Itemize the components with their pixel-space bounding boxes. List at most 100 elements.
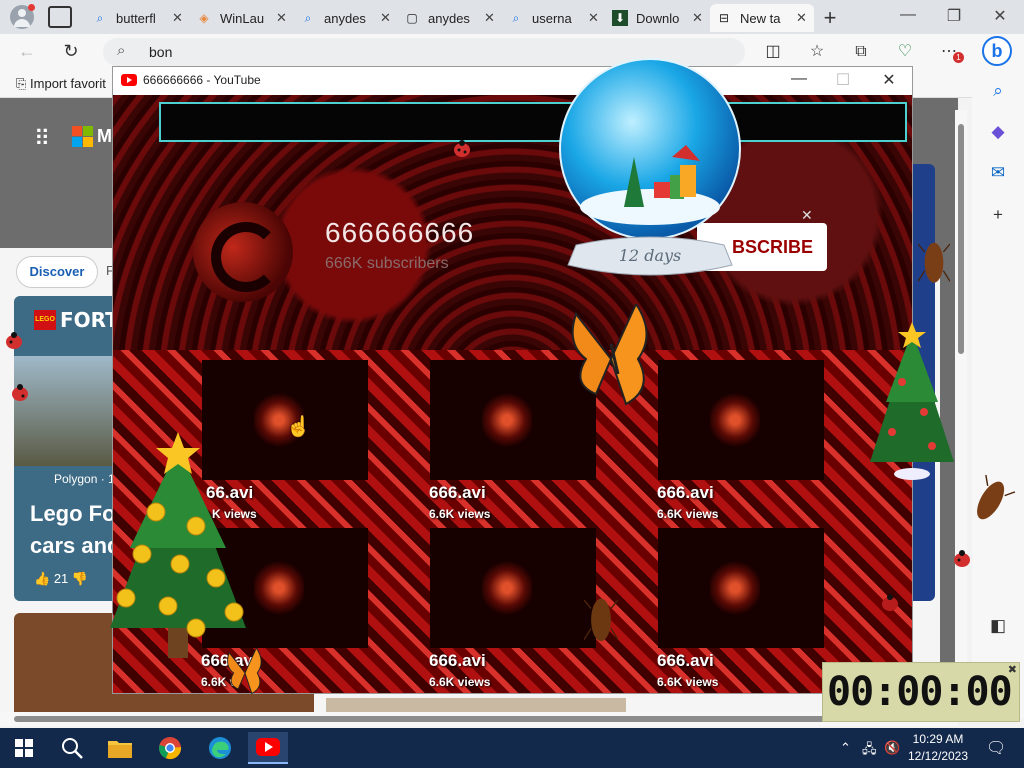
sidebar-layout-icon[interactable]: ◧ xyxy=(987,615,1009,637)
close-tab-icon[interactable]: ✕ xyxy=(484,10,496,26)
minimize-icon[interactable]: — xyxy=(898,6,918,24)
timer-close-icon[interactable]: ✖ xyxy=(1008,663,1017,676)
close-tab-icon[interactable]: ✕ xyxy=(796,10,808,26)
card-likes[interactable]: 👍 21 👎 xyxy=(34,571,88,587)
taskbar-chrome[interactable] xyxy=(150,732,190,764)
lego-logo: LEGO xyxy=(34,310,56,330)
popup-maximize-icon[interactable]: ☐ xyxy=(833,70,853,90)
tab-anydesk-doc[interactable]: ▢ anydes ✕ xyxy=(398,4,502,32)
network-icon[interactable]: 🖧 xyxy=(862,740,877,762)
taskbar-file-explorer[interactable] xyxy=(100,732,140,764)
video-title[interactable]: 666.avi xyxy=(657,651,714,671)
copilot-icon[interactable]: b xyxy=(982,36,1012,66)
app-launcher-icon[interactable]: ⠿ xyxy=(34,126,50,152)
import-favorites-link[interactable]: ⎘ Import favorit xyxy=(16,76,106,92)
tab-butterfly[interactable]: ⌕ butterfl ✕ xyxy=(86,4,190,32)
video-thumbnail[interactable] xyxy=(658,360,824,480)
sidebar-add-icon[interactable]: + xyxy=(987,204,1009,226)
likes-count: 21 xyxy=(53,571,69,586)
ladybug-icon xyxy=(454,140,470,157)
video-views: 6.6K views xyxy=(657,675,719,689)
close-window-icon[interactable]: ✕ xyxy=(990,6,1010,26)
collections-icon[interactable]: ⧉ xyxy=(850,42,872,62)
back-icon[interactable]: ← xyxy=(16,40,38,62)
video-thumbnail[interactable] xyxy=(430,528,596,648)
close-tab-icon[interactable]: ✕ xyxy=(276,10,288,26)
tray-overflow-chevron-icon[interactable]: ⌃ xyxy=(840,740,851,756)
ladybug-icon xyxy=(12,384,28,401)
tab-winlaunch[interactable]: ◈ WinLau ✕ xyxy=(190,4,294,32)
new-tab-plus-icon[interactable]: + xyxy=(818,5,842,31)
banner-close-icon[interactable]: ✕ xyxy=(801,207,813,224)
split-screen-icon[interactable]: ◫ xyxy=(762,42,784,62)
search-icon: ⌕ xyxy=(512,11,520,25)
cockroach-icon xyxy=(918,242,950,283)
popup-minimize-icon[interactable]: — xyxy=(789,70,809,88)
discover-tab[interactable]: Discover xyxy=(16,256,98,288)
tab-download[interactable]: ⬇ Downlo ✕ xyxy=(606,4,710,32)
refresh-icon[interactable]: ↻ xyxy=(60,40,82,62)
cockroach-icon xyxy=(977,474,1016,520)
taskbar: ⌃ 🖧 🔇 10:29 AM 12/12/2023 🗨 xyxy=(0,728,1024,768)
scroll-thumb[interactable] xyxy=(14,716,949,722)
snow-globe-label: 12 days xyxy=(619,246,681,265)
video-title[interactable]: 666.avi xyxy=(657,483,714,503)
notifications-icon[interactable]: 🗨 xyxy=(986,738,1006,758)
microsoft-logo-icon xyxy=(72,126,94,148)
channel-avatar[interactable] xyxy=(193,202,293,302)
tab-label: New ta xyxy=(740,10,781,26)
snow-globe-icon: 12 days xyxy=(559,58,741,276)
taskbar-edge[interactable] xyxy=(200,732,240,764)
popup-close-icon[interactable]: ✕ xyxy=(879,70,899,90)
search-icon: ⌕ xyxy=(117,42,126,59)
favorites-star-icon[interactable]: ☆ xyxy=(806,42,828,62)
horizontal-scrollbar[interactable] xyxy=(0,712,958,726)
tab-label: userna xyxy=(532,10,572,26)
browser-essentials-icon[interactable]: ♡ xyxy=(894,42,916,62)
volume-muted-icon[interactable]: 🔇 xyxy=(884,740,900,756)
taskbar-youtube[interactable] xyxy=(248,732,288,764)
tab-label: anydes xyxy=(428,10,470,26)
winlaunch-icon: ◈ xyxy=(199,11,209,25)
import-favorites-label: Import favorit xyxy=(30,76,106,91)
video-thumbnail[interactable] xyxy=(658,528,824,648)
sidebar-outlook-icon[interactable]: ✉ xyxy=(987,162,1009,184)
christmas-tree-icon xyxy=(110,432,246,658)
tab-username[interactable]: ⌕ userna ✕ xyxy=(502,4,606,32)
channel-search-input[interactable] xyxy=(159,102,907,142)
sidebar-copilot-icon[interactable]: ◆ xyxy=(987,121,1009,143)
brand-text: M xyxy=(97,126,112,146)
tab-anydesk-search[interactable]: ⌕ anydes ✕ xyxy=(294,4,398,32)
close-tab-icon[interactable]: ✕ xyxy=(172,10,184,26)
thumbs-down-icon[interactable]: 👎 xyxy=(72,571,88,586)
video-views: 6.6K views xyxy=(429,675,491,689)
start-button[interactable] xyxy=(4,732,44,764)
popup-title-bar[interactable]: 666666666 - YouTube — ☐ ✕ xyxy=(113,67,912,95)
video-views: 6.6K views xyxy=(657,507,719,521)
scroll-thumb[interactable] xyxy=(958,124,964,354)
video-title[interactable]: 666.avi xyxy=(429,651,486,671)
clock-time: 10:29 AM xyxy=(912,732,964,746)
hand-cursor-icon: ☝ xyxy=(286,416,311,438)
timer-digits: 00:00:00 xyxy=(827,669,1013,715)
close-tab-icon[interactable]: ✕ xyxy=(692,10,704,26)
youtube-icon xyxy=(121,74,137,86)
taskbar-search-button[interactable] xyxy=(52,732,92,764)
thumbs-up-icon: 👍 xyxy=(34,571,51,586)
video-title[interactable]: 666.avi xyxy=(429,483,486,503)
notification-dot xyxy=(28,4,35,11)
tab-actions-icon[interactable] xyxy=(48,6,72,28)
tab-new-tab[interactable]: ⊟ New ta ✕ xyxy=(710,4,814,32)
sidebar-search-icon[interactable]: ⌕ xyxy=(987,80,1009,102)
countdown-timer-widget[interactable]: 00:00:00 ✖ xyxy=(822,662,1020,722)
close-tab-icon[interactable]: ✕ xyxy=(588,10,600,26)
chrome-icon xyxy=(159,737,182,760)
notification-badge: 1 xyxy=(953,52,964,63)
tab-label: Downlo xyxy=(636,10,680,26)
system-clock[interactable]: 10:29 AM 12/12/2023 xyxy=(902,731,974,765)
import-icon: ⎘ xyxy=(16,76,27,91)
newtab-icon: ⊟ xyxy=(718,11,730,25)
close-tab-icon[interactable]: ✕ xyxy=(380,10,392,26)
download-site-icon: ⬇ xyxy=(612,10,628,26)
restore-icon[interactable]: ❐ xyxy=(944,6,964,26)
